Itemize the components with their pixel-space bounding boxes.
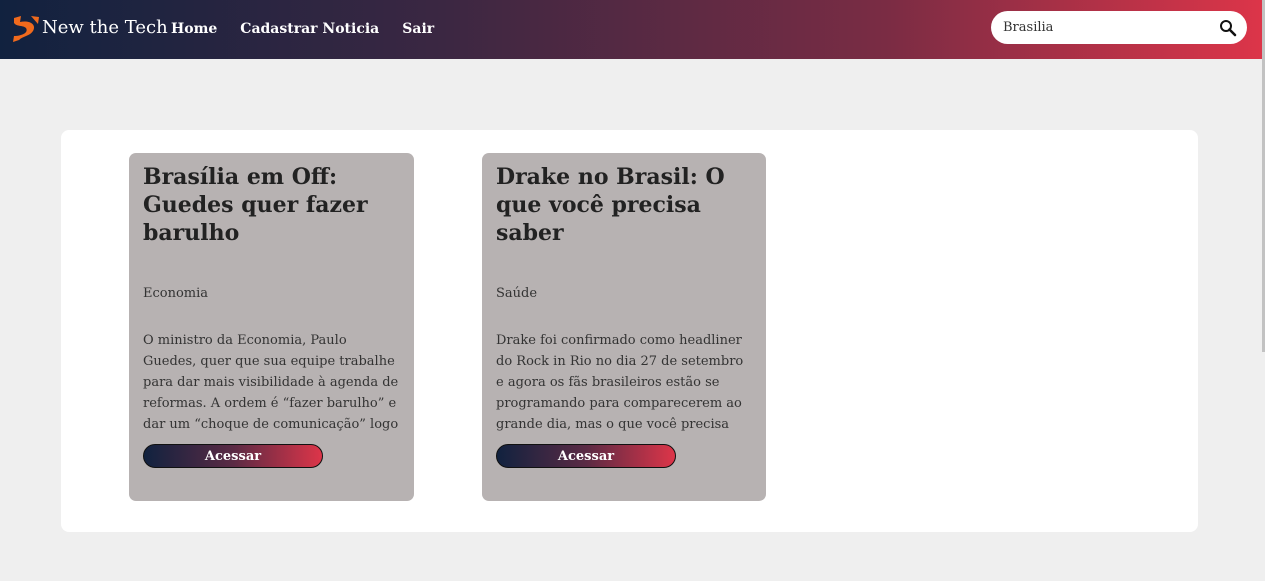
- news-card: Drake no Brasil: O que você precisa sabe…: [482, 153, 766, 501]
- card-excerpt: Drake foi confirmado como headliner do R…: [496, 333, 744, 432]
- search-input[interactable]: [1003, 20, 1203, 35]
- nav-cadastrar-noticia[interactable]: Cadastrar Noticia: [240, 21, 379, 37]
- card-title: Brasília em Off: Guedes quer fazer barul…: [143, 164, 368, 246]
- access-button[interactable]: Acessar: [143, 444, 323, 468]
- nav-links: Home Cadastrar Noticia Sair: [171, 21, 457, 37]
- s-logo-icon: [13, 16, 39, 42]
- card-excerpt: O ministro da Economia, Paulo Guedes, qu…: [143, 333, 399, 432]
- news-card: Brasília em Off: Guedes quer fazer barul…: [129, 153, 414, 501]
- nav-home[interactable]: Home: [171, 21, 217, 37]
- brand-name: New the Tech: [42, 16, 168, 38]
- card-category: Economia: [143, 286, 209, 301]
- card-category: Saúde: [496, 286, 538, 301]
- access-button[interactable]: Acessar: [496, 444, 676, 468]
- card-title: Drake no Brasil: O que você precisa sabe…: [496, 164, 725, 246]
- nav-sair[interactable]: Sair: [402, 21, 434, 37]
- search-bar: [991, 11, 1247, 44]
- navbar: New the Tech Home Cadastrar Noticia Sair: [0, 0, 1265, 59]
- search-icon[interactable]: [1219, 19, 1237, 37]
- brand[interactable]: New the Tech: [11, 14, 168, 44]
